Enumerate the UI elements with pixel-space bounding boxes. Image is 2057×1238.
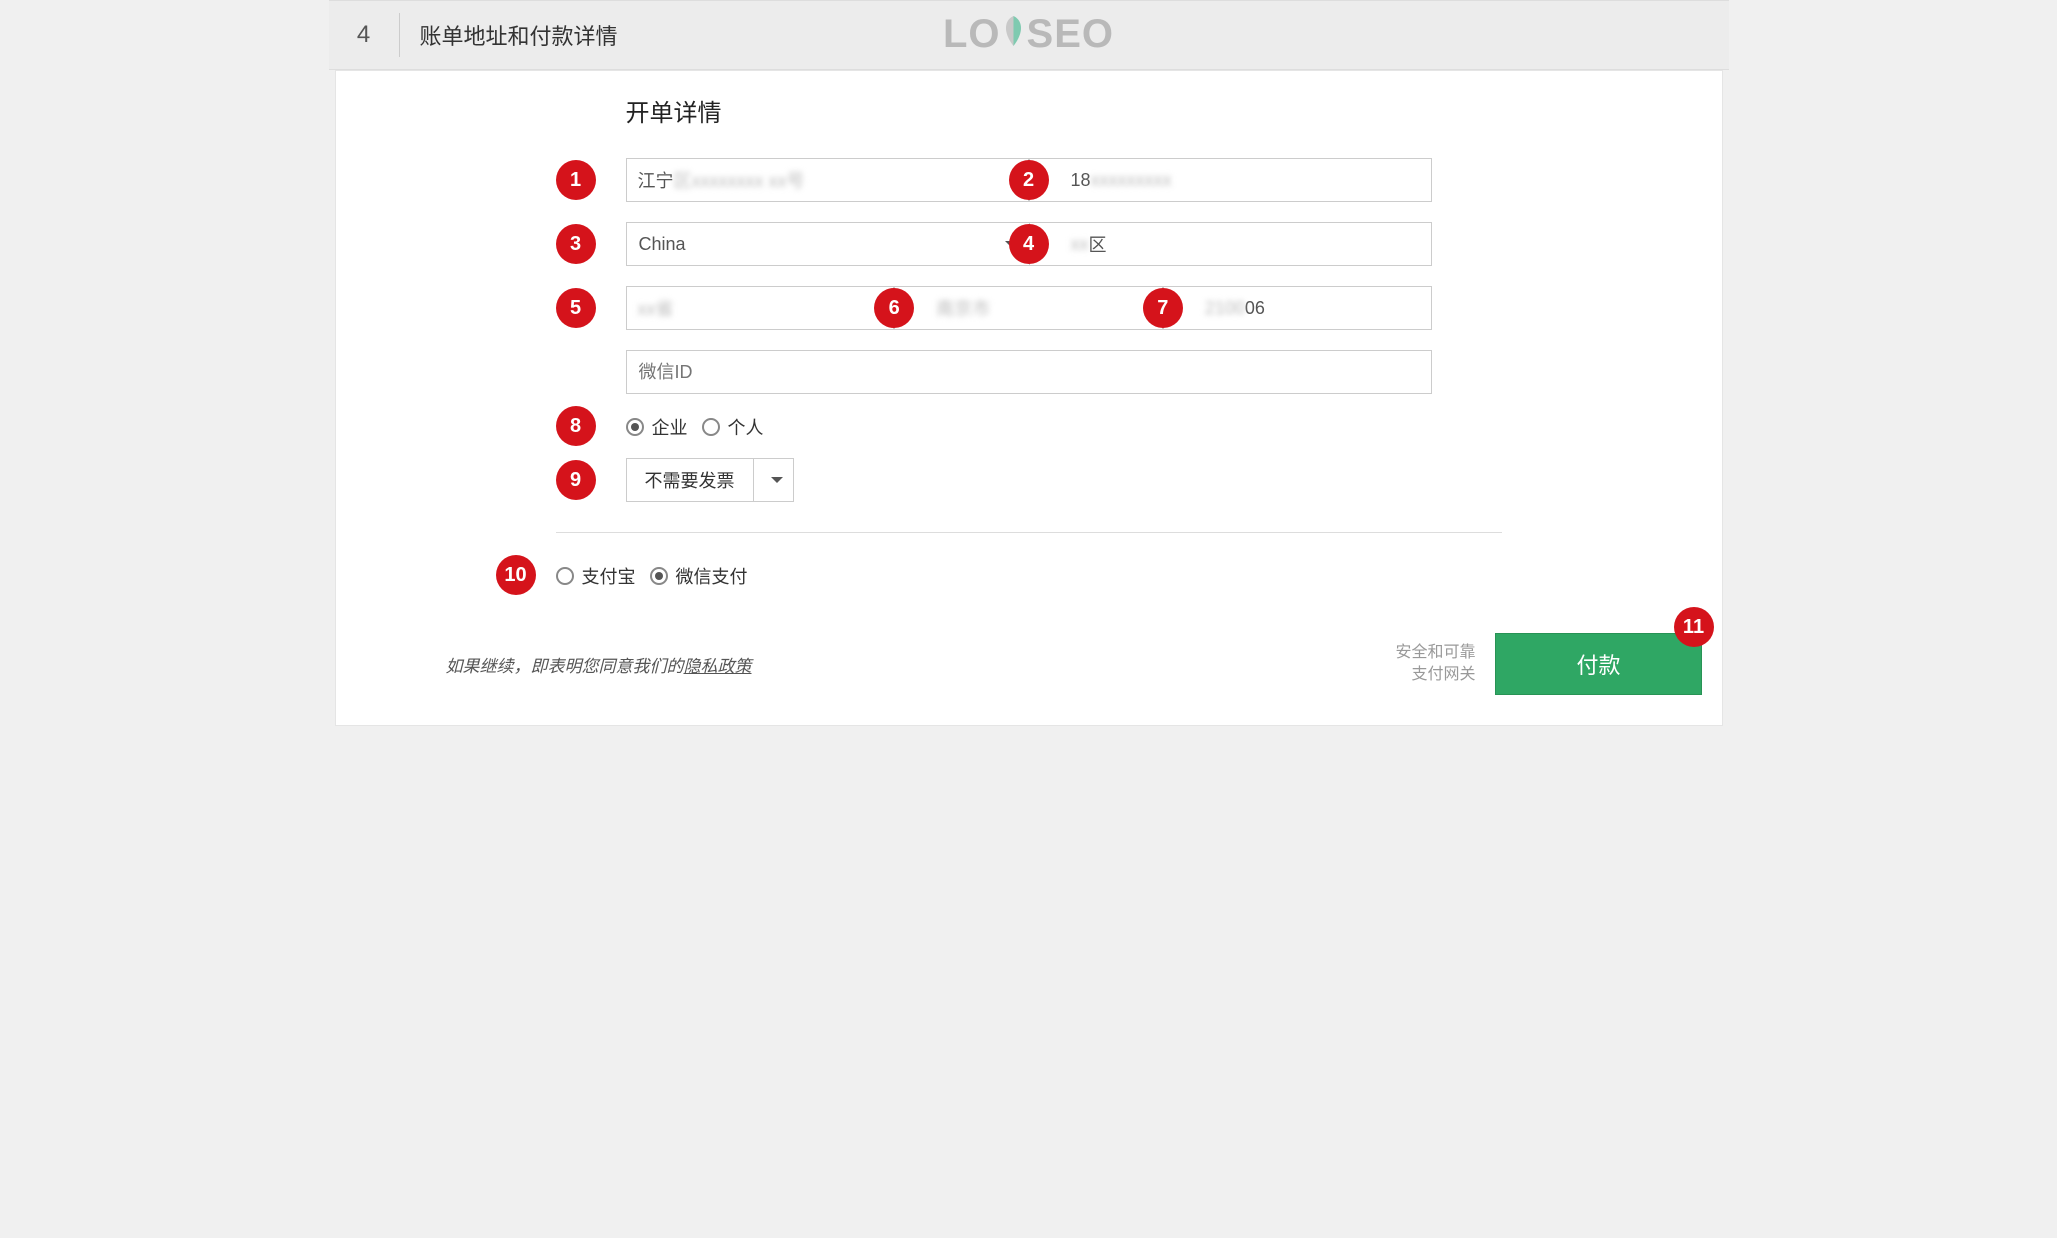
country-value: China [639,234,686,255]
section-title: 开单详情 [336,71,1722,138]
annotation-badge-11: 11 [1674,607,1714,647]
invoice-value: 不需要发票 [627,467,753,493]
logo-part-1: LO [943,12,1001,56]
entity-personal-label: 个人 [728,414,764,440]
annotation-badge-1: 1 [556,160,596,200]
payment-alipay-radio[interactable]: 支付宝 [556,563,636,589]
chevron-down-icon [771,477,783,483]
annotation-badge-3: 3 [556,224,596,264]
footer: 如果继续，即表明您同意我们的隐私政策 安全和可靠 支付网关 11 付款 [336,609,1722,695]
phone-input[interactable] [1029,158,1432,202]
pay-button[interactable]: 付款 [1495,633,1701,695]
invoice-select[interactable]: 不需要发票 [626,458,794,502]
payment-wechat-radio[interactable]: 微信支付 [650,563,748,589]
payment-wechat-label: 微信支付 [676,563,748,589]
logo-leaf-icon [999,13,1029,58]
privacy-policy-link[interactable]: 隐私政策 [684,657,752,676]
wechat-id-input[interactable] [626,350,1432,394]
annotation-badge-7: 7 [1143,288,1183,328]
divider [399,13,400,57]
radio-icon [702,418,720,436]
district-input[interactable] [1029,222,1432,266]
entity-company-radio[interactable]: 企业 [626,414,688,440]
payment-alipay-label: 支付宝 [582,563,636,589]
city-input[interactable] [894,286,1163,330]
annotation-badge-5: 5 [556,288,596,328]
country-select[interactable]: China [626,222,1029,266]
content-panel: 开单详情 1 江宁区xxxxxxxx xx号 2 18xxxxxxxxx 3 [335,70,1723,726]
annotation-badge-6: 6 [874,288,914,328]
entity-personal-radio[interactable]: 个人 [702,414,764,440]
disclaimer: 如果继续，即表明您同意我们的隐私政策 [446,652,752,677]
radio-icon [556,567,574,585]
entity-company-label: 企业 [652,414,688,440]
annotation-badge-8: 8 [556,406,596,446]
radio-icon [650,567,668,585]
province-input[interactable] [626,286,895,330]
secure-line-1: 安全和可靠 [1395,642,1475,664]
billing-form: 1 江宁区xxxxxxxx xx号 2 18xxxxxxxxx 3 [336,138,1722,609]
disclaimer-text: 如果继续，即表明您同意我们的 [446,657,684,676]
divider [556,532,1502,533]
annotation-badge-2: 2 [1009,160,1049,200]
step-number: 4 [329,21,399,49]
postcode-input[interactable] [1163,286,1432,330]
logo-part-2: SEO [1027,12,1114,56]
header-bar: 4 账单地址和付款详情 LO SEO [329,0,1729,70]
step-title: 账单地址和付款详情 [420,19,618,51]
radio-icon [626,418,644,436]
invoice-dropdown-button[interactable] [753,459,793,501]
address-input[interactable] [626,158,1029,202]
annotation-badge-9: 9 [556,460,596,500]
annotation-badge-4: 4 [1009,224,1049,264]
annotation-badge-10: 10 [496,555,536,595]
secure-gateway-text: 安全和可靠 支付网关 [1395,642,1475,687]
secure-line-2: 支付网关 [1395,664,1475,686]
logo: LO SEO [943,12,1114,59]
